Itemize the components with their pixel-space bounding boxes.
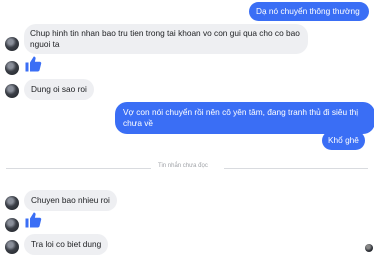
outgoing-message: Khổ ghê [322,131,365,150]
incoming-message: Dung oi sao roi [24,79,94,100]
outgoing-message: Dạ nó chuyển thông thường [249,2,369,21]
avatar[interactable] [5,218,19,232]
incoming-message: Tra loi co biet dung [24,234,109,255]
message-text: Chup hinh tin nhan bao tru tien trong ta… [30,28,300,49]
unread-divider-label: Tin nhắn chưa đọc [158,163,208,169]
avatar[interactable] [5,196,19,210]
avatar[interactable] [5,61,19,75]
message-text: Tra loi co biet dung [31,239,102,249]
incoming-message: Chuyen bao nhieu roi [24,190,117,211]
thumbs-up-icon [25,212,42,228]
message-text: Chuyen bao nhieu roi [31,195,110,205]
incoming-message: Chup hinh tin nhan bao tru tien trong ta… [24,24,308,54]
avatar[interactable] [5,240,19,254]
message-text: Dung oi sao roi [31,84,87,94]
avatar[interactable] [5,84,19,98]
seen-avatar-icon [365,244,373,252]
message-text: Dạ nó chuyển thông thường [256,6,360,16]
thumbs-up-icon [25,56,42,72]
message-text: Khổ ghê [328,135,359,145]
unread-divider: Tin nhắn chưa đọc [6,163,368,169]
outgoing-message: Vợ con nói chuyển rồi nên cô yên tâm, đa… [115,102,374,134]
avatar[interactable] [5,37,19,51]
message-text: Vợ con nói chuyển rồi nên cô yên tâm, đa… [123,107,359,128]
